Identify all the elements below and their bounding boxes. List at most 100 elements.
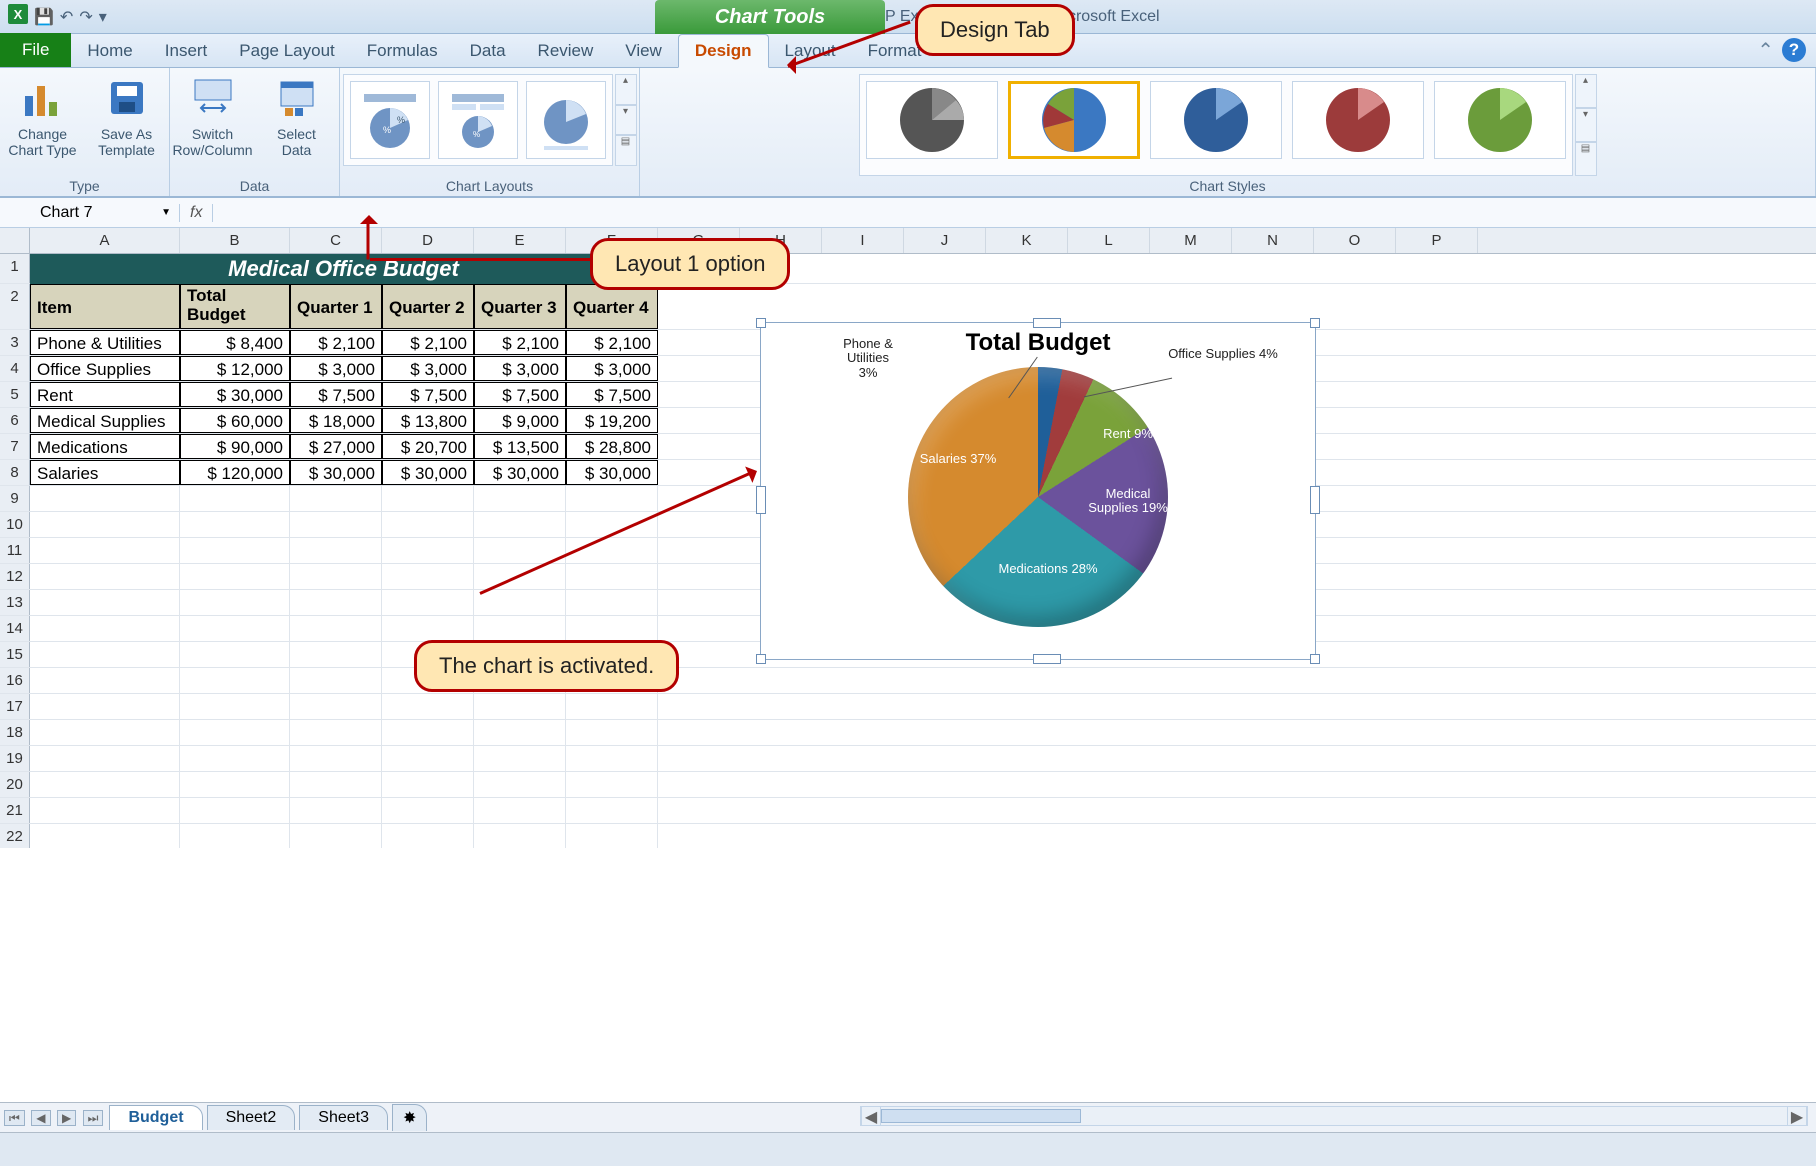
empty-cell[interactable]	[474, 824, 566, 848]
row-header[interactable]: 1	[0, 254, 30, 283]
empty-cell[interactable]	[382, 538, 474, 563]
empty-cell[interactable]	[30, 798, 180, 823]
new-sheet-button[interactable]: ✸	[392, 1104, 427, 1131]
empty-cell[interactable]	[290, 824, 382, 848]
empty-cell[interactable]	[30, 590, 180, 615]
row-header[interactable]: 21	[0, 798, 30, 823]
empty-cell[interactable]	[290, 616, 382, 641]
empty-cell[interactable]	[30, 668, 180, 693]
chart-style-1[interactable]	[866, 81, 998, 159]
empty-cell[interactable]	[290, 746, 382, 771]
name-box[interactable]: Chart 7▼	[0, 204, 180, 222]
last-sheet-icon[interactable]: ⏭	[83, 1110, 104, 1126]
row-header[interactable]: 15	[0, 642, 30, 667]
cell-q2[interactable]: $ 13,800	[382, 408, 474, 433]
tab-insert[interactable]: Insert	[149, 35, 224, 67]
chart-style-3[interactable]	[1150, 81, 1282, 159]
cell-q2[interactable]: $ 2,100	[382, 330, 474, 355]
layouts-scroll[interactable]: ▴▾▤	[615, 74, 637, 166]
col-header-D[interactable]: D	[382, 228, 474, 253]
cell-q4[interactable]: $ 2,100	[566, 330, 658, 355]
row-header[interactable]: 12	[0, 564, 30, 589]
empty-cell[interactable]	[566, 746, 658, 771]
tab-review[interactable]: Review	[522, 35, 610, 67]
empty-cell[interactable]	[290, 590, 382, 615]
sheet-tab-sheet3[interactable]: Sheet3	[299, 1105, 388, 1130]
row-header[interactable]: 4	[0, 356, 30, 381]
empty-cell[interactable]	[290, 642, 382, 667]
save-as-template-button[interactable]: Save As Template	[91, 74, 163, 158]
empty-cell[interactable]	[382, 590, 474, 615]
cell-item[interactable]: Rent	[30, 382, 180, 407]
header-total[interactable]: Total Budget	[180, 284, 290, 329]
empty-cell[interactable]	[474, 616, 566, 641]
row-header[interactable]: 3	[0, 330, 30, 355]
cell-total[interactable]: $ 12,000	[180, 356, 290, 381]
cell-q3[interactable]: $ 7,500	[474, 382, 566, 407]
cell-total[interactable]: $ 30,000	[180, 382, 290, 407]
empty-cell[interactable]	[566, 590, 658, 615]
empty-cell[interactable]	[474, 512, 566, 537]
empty-cell[interactable]	[180, 824, 290, 848]
row-header[interactable]: 18	[0, 720, 30, 745]
resize-handle[interactable]	[756, 654, 766, 664]
empty-cell[interactable]	[566, 564, 658, 589]
first-sheet-icon[interactable]: ⏮	[4, 1110, 25, 1126]
cell-q1[interactable]: $ 3,000	[290, 356, 382, 381]
embedded-chart[interactable]: Total Budget Phone & Utilities 3% Office…	[760, 322, 1316, 660]
empty-cell[interactable]	[382, 824, 474, 848]
chart-layout-1[interactable]: %%	[350, 81, 430, 159]
col-header-N[interactable]: N	[1232, 228, 1314, 253]
next-sheet-icon[interactable]: ▶	[57, 1110, 76, 1126]
empty-cell[interactable]	[382, 564, 474, 589]
empty-cell[interactable]	[566, 616, 658, 641]
save-icon[interactable]: 💾	[34, 7, 54, 27]
col-header-L[interactable]: L	[1068, 228, 1150, 253]
resize-handle[interactable]	[1310, 486, 1320, 514]
prev-sheet-icon[interactable]: ◀	[31, 1110, 50, 1126]
col-header-M[interactable]: M	[1150, 228, 1232, 253]
cell-q4[interactable]: $ 30,000	[566, 460, 658, 485]
empty-cell[interactable]	[474, 486, 566, 511]
empty-cell[interactable]	[474, 720, 566, 745]
tab-formulas[interactable]: Formulas	[351, 35, 454, 67]
cell-q4[interactable]: $ 7,500	[566, 382, 658, 407]
cell-item[interactable]: Salaries	[30, 460, 180, 485]
header-item[interactable]: Item	[30, 284, 180, 329]
empty-cell[interactable]	[382, 720, 474, 745]
col-header-A[interactable]: A	[30, 228, 180, 253]
cell-item[interactable]: Phone & Utilities	[30, 330, 180, 355]
empty-cell[interactable]	[180, 616, 290, 641]
empty-cell[interactable]	[30, 720, 180, 745]
tab-file[interactable]: File	[0, 33, 71, 67]
cell-q4[interactable]: $ 3,000	[566, 356, 658, 381]
header-q1[interactable]: Quarter 1	[290, 284, 382, 329]
cell-item[interactable]: Office Supplies	[30, 356, 180, 381]
row-header[interactable]: 6	[0, 408, 30, 433]
empty-cell[interactable]	[474, 590, 566, 615]
cell-q3[interactable]: $ 30,000	[474, 460, 566, 485]
empty-cell[interactable]	[30, 616, 180, 641]
scroll-track[interactable]	[881, 1107, 1787, 1125]
resize-handle[interactable]	[756, 486, 766, 514]
tab-page-layout[interactable]: Page Layout	[223, 35, 350, 67]
cell-q2[interactable]: $ 3,000	[382, 356, 474, 381]
horizontal-scrollbar[interactable]: ◀ ▶	[860, 1106, 1808, 1126]
empty-cell[interactable]	[180, 746, 290, 771]
empty-cell[interactable]	[30, 538, 180, 563]
empty-cell[interactable]	[382, 798, 474, 823]
tab-view[interactable]: View	[609, 35, 678, 67]
header-q3[interactable]: Quarter 3	[474, 284, 566, 329]
empty-cell[interactable]	[382, 746, 474, 771]
row-header[interactable]: 7	[0, 434, 30, 459]
cell-q1[interactable]: $ 18,000	[290, 408, 382, 433]
empty-cell[interactable]	[180, 720, 290, 745]
scroll-right-icon[interactable]: ▶	[1787, 1107, 1807, 1125]
cell-item[interactable]: Medical Supplies	[30, 408, 180, 433]
namebox-dropdown-icon[interactable]: ▼	[161, 207, 171, 218]
header-q4[interactable]: Quarter 4	[566, 284, 658, 329]
resize-handle[interactable]	[1310, 654, 1320, 664]
cell-q1[interactable]: $ 7,500	[290, 382, 382, 407]
chart-layout-3[interactable]	[526, 81, 606, 159]
select-all-corner[interactable]	[0, 228, 30, 253]
